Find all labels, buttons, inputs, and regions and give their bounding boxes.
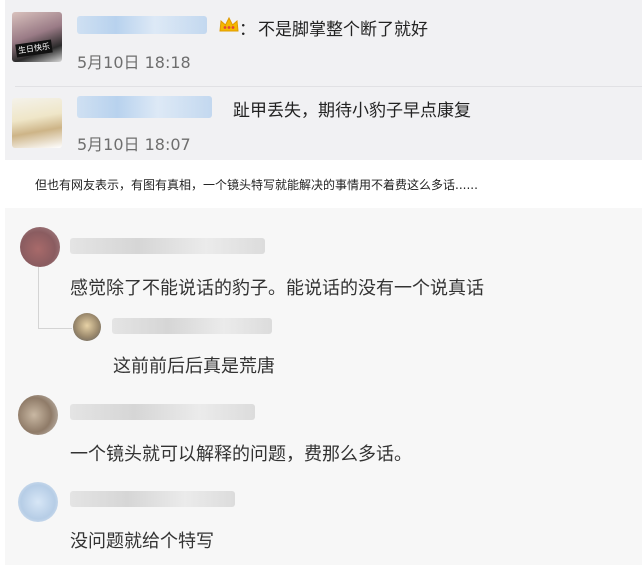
reply-colon: ： bbox=[239, 20, 256, 40]
avatar[interactable] bbox=[73, 313, 101, 341]
comment-text: 一个镜头就可以解释的问题，费那么多话。 bbox=[70, 444, 412, 465]
comment-text: 没问题就给个特写 bbox=[70, 531, 214, 552]
avatar[interactable] bbox=[20, 227, 60, 267]
username-blurred[interactable] bbox=[70, 238, 265, 254]
username-blurred[interactable] bbox=[70, 404, 255, 420]
reply-timestamp: 5月10日 18:18 bbox=[77, 53, 191, 72]
caption-text: 但也有网友表示，有图有真相，一个镜头特写就能解决的事情用不着费这么多话.....… bbox=[35, 178, 478, 192]
comment-panel bbox=[5, 208, 642, 565]
avatar[interactable]: 生日快乐 bbox=[12, 12, 62, 62]
avatar[interactable] bbox=[18, 395, 58, 435]
reply-text: 不是脚掌整个断了就好 bbox=[258, 20, 428, 40]
reply-timestamp: 5月10日 18:07 bbox=[77, 135, 191, 154]
reply-panel: 生日快乐 ： 不是脚掌整个断了就好 5月10日 18:18 趾甲丢失，期待小豹子… bbox=[5, 0, 642, 160]
reply-comment-text: 这前前后后真是荒唐 bbox=[113, 356, 275, 377]
divider bbox=[15, 86, 642, 87]
username-blurred[interactable] bbox=[77, 16, 207, 34]
reply-text: 趾甲丢失，期待小豹子早点康复 bbox=[233, 101, 471, 121]
username-blurred[interactable] bbox=[112, 318, 272, 334]
comment-text: 感觉除了不能说话的豹子。能说话的没有一个说真话 bbox=[70, 278, 484, 299]
avatar[interactable] bbox=[18, 482, 58, 522]
crown-icon bbox=[219, 16, 239, 32]
username-blurred[interactable] bbox=[77, 96, 212, 118]
username-blurred[interactable] bbox=[70, 491, 235, 507]
avatar[interactable] bbox=[12, 98, 62, 148]
avatar-label: 生日快乐 bbox=[15, 39, 53, 58]
reply-thread-line bbox=[38, 264, 72, 329]
